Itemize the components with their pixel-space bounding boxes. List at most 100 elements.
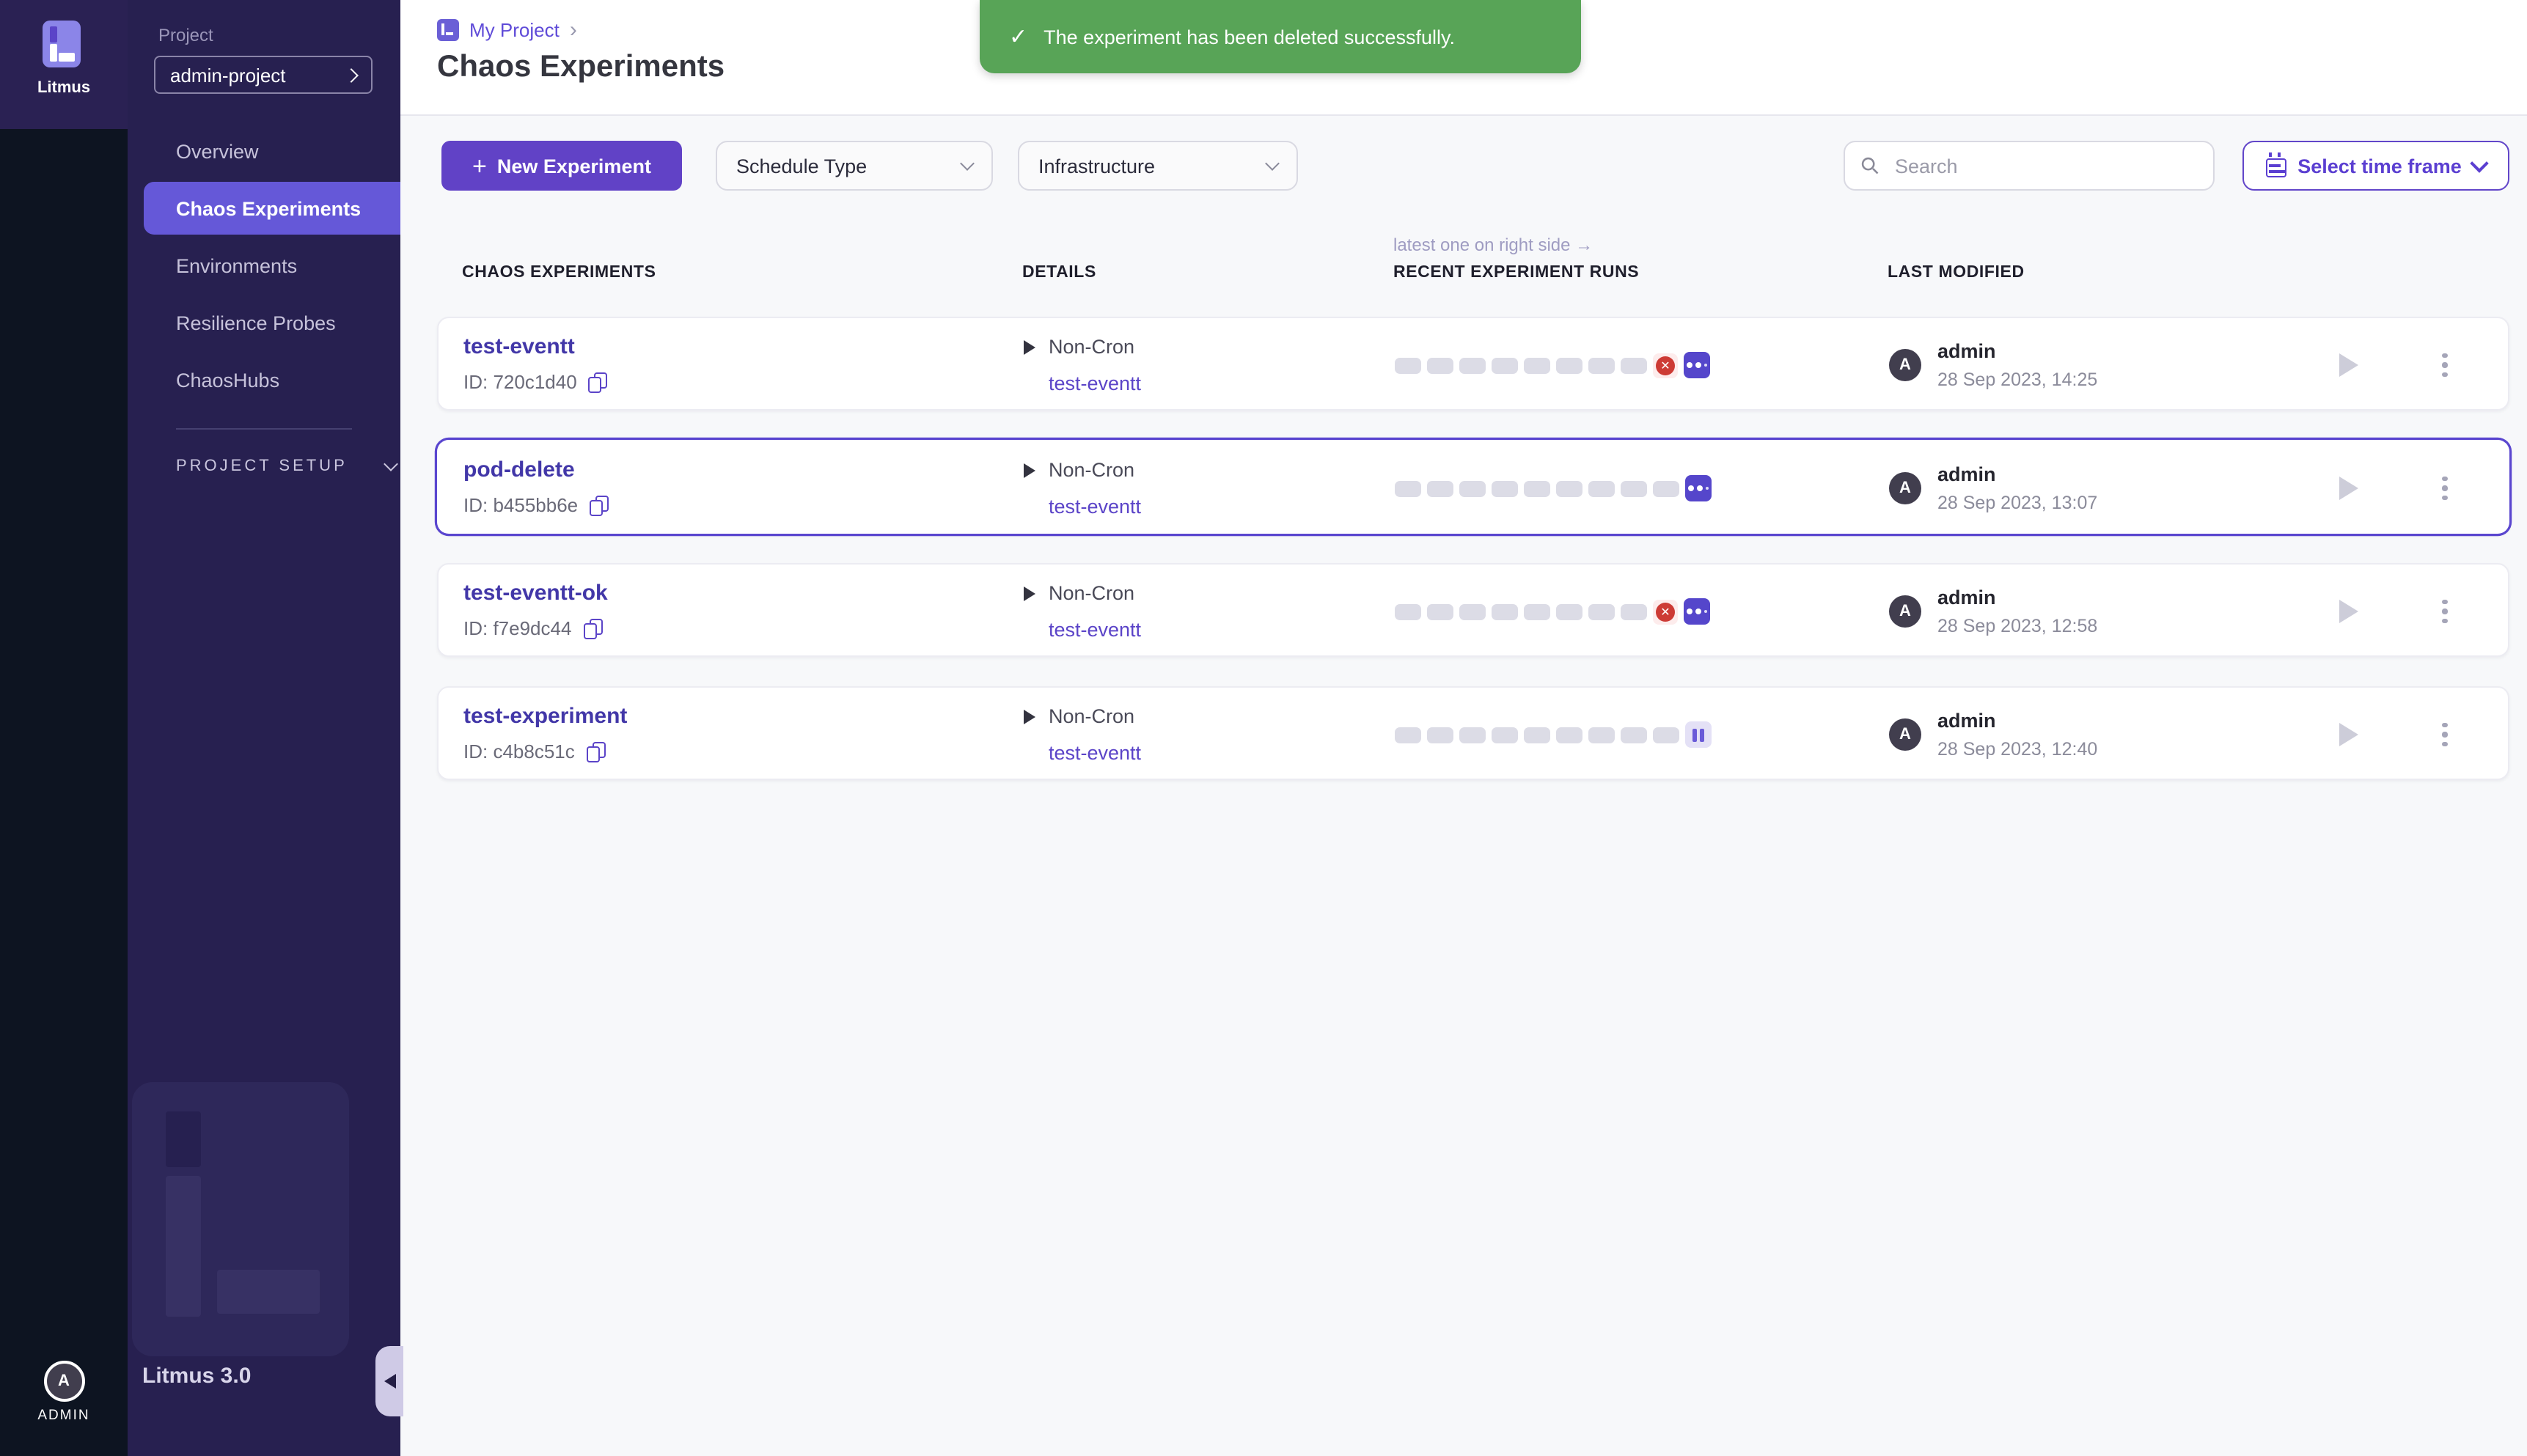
copy-icon[interactable]	[589, 372, 606, 391]
plus-icon: +	[472, 153, 487, 178]
last-modified: A admin 28 Sep 2023, 12:58	[1889, 565, 2097, 658]
experiment-name-link[interactable]: test-experiment	[463, 704, 627, 729]
chaoshub-link[interactable]: test-eventt	[1049, 742, 1141, 764]
search-input[interactable]	[1892, 153, 2198, 178]
litmus-logo-icon	[43, 21, 81, 67]
user-label: ADMIN	[0, 1408, 128, 1424]
run-placeholder	[1492, 603, 1518, 619]
experiment-row-test-eventt-ok[interactable]: test-eventt-ok ID: f7e9dc44 Non-Cron tes…	[437, 563, 2509, 657]
sidebar-item-chaoshubs[interactable]: ChaosHubs	[128, 353, 400, 406]
run-placeholder	[1524, 480, 1550, 496]
chevron-down-icon	[384, 457, 398, 471]
last-modified: A admin 28 Sep 2023, 14:25	[1889, 318, 2097, 412]
experiment-row-test-eventt[interactable]: test-eventt ID: 720c1d40 Non-Cron test-e…	[437, 317, 2509, 411]
project-setup-section[interactable]: PROJECT SETUP	[176, 457, 396, 475]
run-placeholder	[1492, 480, 1518, 496]
run-placeholder	[1621, 603, 1647, 619]
run-status-failed-icon[interactable]: ✕	[1653, 599, 1678, 624]
column-header-last-modified: LAST MODIFIED	[1888, 264, 2025, 282]
sidebar-item-chaos-experiments[interactable]: Chaos Experiments	[144, 182, 400, 235]
run-placeholder	[1427, 480, 1453, 496]
breadcrumb-separator: ›	[570, 18, 577, 43]
success-toast[interactable]: ✓ The experiment has been deleted succes…	[980, 0, 1581, 73]
column-header-chaos-experiments: CHAOS EXPERIMENTS	[462, 264, 656, 282]
project-logo-icon	[437, 19, 459, 41]
sidebar-nav: Overview Chaos Experiments Environments …	[128, 120, 400, 411]
run-placeholder	[1524, 603, 1550, 619]
run-status-running-icon[interactable]	[1684, 352, 1710, 378]
app-version: Litmus 3.0	[142, 1364, 251, 1389]
row-menu-button[interactable]	[2433, 348, 2457, 383]
chaoshub-link[interactable]: test-eventt	[1049, 372, 1141, 394]
chevron-down-icon	[2471, 153, 2489, 172]
run-status-paused-icon[interactable]	[1685, 721, 1712, 748]
recent-runs	[1395, 441, 1712, 535]
chaoshub-link[interactable]: test-eventt	[1049, 619, 1141, 641]
user-avatar[interactable]: A	[43, 1361, 84, 1402]
run-placeholder	[1588, 357, 1615, 373]
avatar: A	[1889, 349, 1921, 381]
infrastructure-dropdown[interactable]: Infrastructure	[1018, 141, 1298, 191]
new-experiment-button[interactable]: + New Experiment	[441, 141, 682, 191]
chevron-down-icon	[1265, 156, 1280, 171]
run-status-running-icon[interactable]	[1685, 475, 1712, 501]
modified-by: admin	[1937, 587, 1996, 608]
calendar-icon	[2265, 158, 2286, 177]
experiment-name-link[interactable]: test-eventt	[463, 334, 575, 359]
copy-icon[interactable]	[590, 496, 607, 515]
sidebar-collapse-button[interactable]	[375, 1346, 403, 1416]
schedule-type: Non-Cron	[1024, 459, 1134, 481]
run-experiment-button[interactable]	[2339, 477, 2358, 500]
schedule-type-dropdown[interactable]: Schedule Type	[716, 141, 993, 191]
litmus-app: Litmus A ADMIN Project admin-project Ove…	[0, 0, 2527, 1456]
modified-date: 28 Sep 2023, 12:40	[1937, 739, 2097, 760]
run-experiment-button[interactable]	[2339, 353, 2358, 377]
schedule-type-label: Schedule Type	[736, 155, 867, 177]
last-modified: A admin 28 Sep 2023, 12:40	[1889, 688, 2097, 782]
select-time-frame-button[interactable]: Select time frame	[2242, 141, 2509, 191]
check-icon: ✓	[1009, 23, 1027, 50]
run-placeholder	[1492, 727, 1518, 743]
experiment-row-test-experiment[interactable]: test-experiment ID: c4b8c51c Non-Cron te…	[437, 686, 2509, 780]
sidebar-item-resilience-probes[interactable]: Resilience Probes	[128, 296, 400, 349]
search-box	[1844, 141, 2215, 191]
run-status-failed-icon[interactable]: ✕	[1653, 353, 1678, 378]
experiment-id: ID: b455bb6e	[463, 494, 607, 516]
failed-x-icon: ✕	[1656, 602, 1675, 621]
chaoshub-link[interactable]: test-eventt	[1049, 496, 1141, 518]
run-placeholder	[1459, 480, 1486, 496]
project-selector[interactable]: admin-project	[154, 56, 373, 94]
sidebar-item-environments[interactable]: Environments	[128, 239, 400, 292]
collapse-arrow-icon	[384, 1374, 395, 1389]
row-menu-button[interactable]	[2433, 717, 2457, 752]
sidebar-item-overview[interactable]: Overview	[128, 125, 400, 177]
brand-block[interactable]: Litmus	[0, 0, 128, 129]
run-placeholder	[1621, 480, 1647, 496]
run-status-running-icon[interactable]	[1684, 598, 1710, 625]
row-menu-button[interactable]	[2433, 594, 2457, 629]
run-experiment-button[interactable]	[2339, 600, 2358, 623]
copy-icon[interactable]	[587, 742, 604, 761]
modified-by: admin	[1937, 710, 1996, 732]
breadcrumb-project-link[interactable]: My Project	[469, 19, 560, 41]
left-rail: Litmus A ADMIN	[0, 0, 128, 1456]
user-menu[interactable]: A ADMIN	[0, 1361, 128, 1424]
run-placeholder	[1427, 357, 1453, 373]
breadcrumb: My Project ›	[437, 18, 577, 43]
copy-icon[interactable]	[583, 619, 601, 638]
run-placeholder	[1556, 727, 1582, 743]
experiment-row-pod-delete[interactable]: pod-delete ID: b455bb6e Non-Cron test-ev…	[437, 440, 2509, 534]
run-placeholder	[1492, 357, 1518, 373]
modified-date: 28 Sep 2023, 13:07	[1937, 493, 2097, 513]
experiment-name-link[interactable]: test-eventt-ok	[463, 581, 608, 606]
failed-x-icon: ✕	[1656, 356, 1675, 375]
last-modified: A admin 28 Sep 2023, 13:07	[1889, 441, 2097, 535]
run-placeholder	[1395, 603, 1421, 619]
avatar: A	[1889, 595, 1921, 628]
experiment-name-link[interactable]: pod-delete	[463, 457, 575, 482]
modified-by: admin	[1937, 463, 1996, 485]
run-experiment-button[interactable]	[2339, 723, 2358, 746]
run-placeholder	[1427, 603, 1453, 619]
run-placeholder	[1653, 480, 1679, 496]
row-menu-button[interactable]	[2433, 471, 2457, 506]
